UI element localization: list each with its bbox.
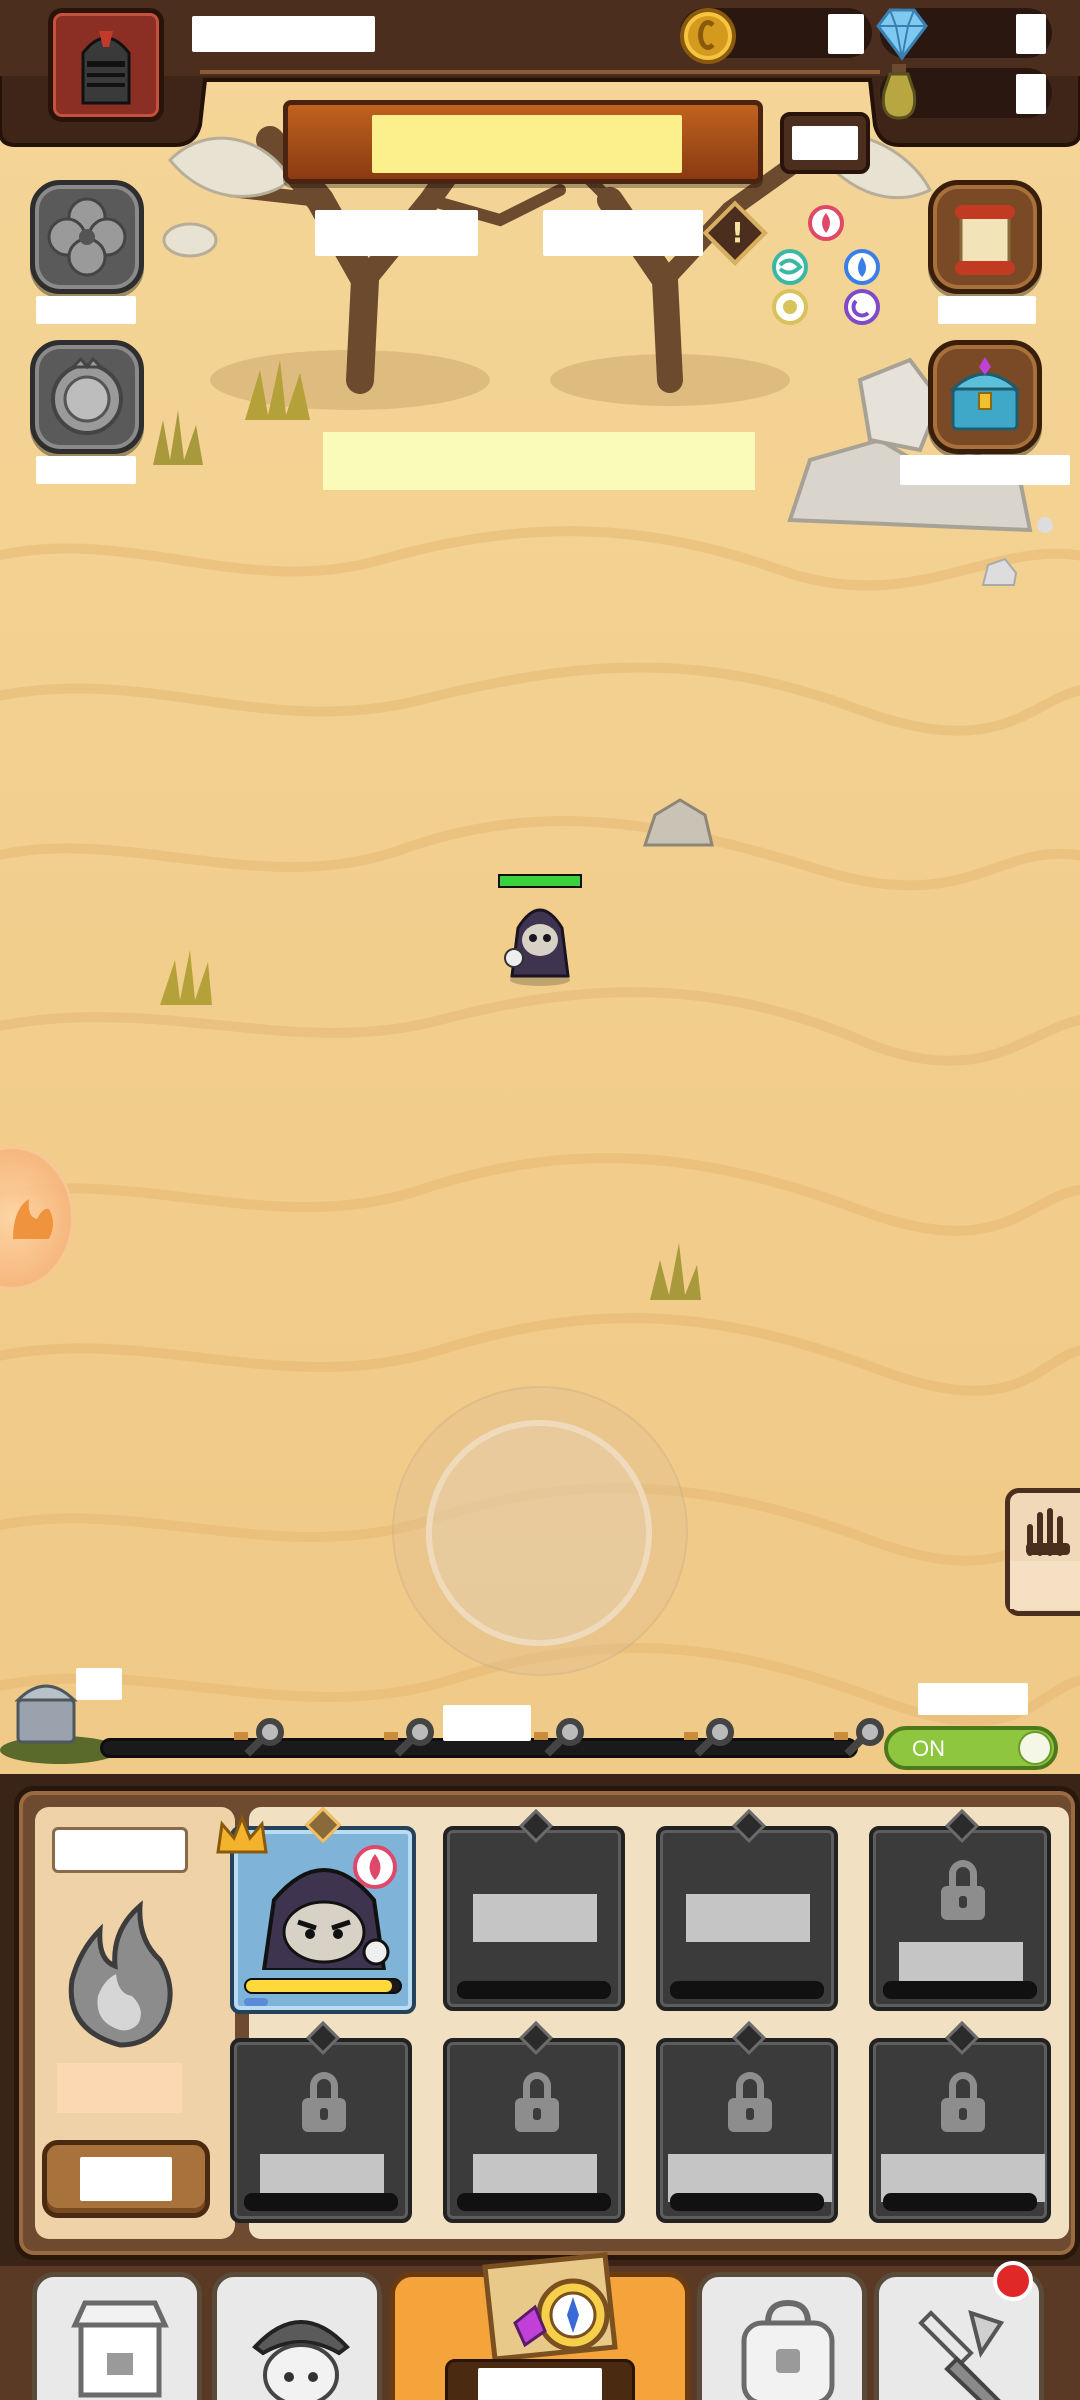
flame-icon bbox=[13, 1199, 53, 1239]
hero-slot-5[interactable] bbox=[230, 2021, 412, 2223]
game-screen: ! ON bbox=[0, 0, 1080, 2400]
grass-tuft bbox=[650, 1243, 701, 1300]
hero-slot-6[interactable] bbox=[443, 2021, 625, 2223]
key-milestone-1 bbox=[234, 1718, 286, 1766]
guild-emblem-button[interactable] bbox=[30, 340, 144, 454]
lock-icon bbox=[515, 2072, 559, 2132]
hand-icon bbox=[1026, 1508, 1070, 1556]
notification-badge bbox=[993, 2261, 1033, 2301]
grass-tuft bbox=[245, 360, 310, 420]
auto-label bbox=[918, 1683, 1028, 1715]
stage-info-button[interactable] bbox=[780, 112, 870, 174]
player-name bbox=[192, 16, 375, 52]
nav-inventory-button[interactable] bbox=[697, 2272, 867, 2400]
element-upgrade-button[interactable] bbox=[42, 2140, 210, 2218]
auto-toggle-label: ON bbox=[912, 1736, 945, 1761]
grass-tuft bbox=[153, 410, 203, 465]
stage-progress-bar bbox=[100, 1738, 858, 1758]
key-milestone-3 bbox=[534, 1718, 586, 1766]
knight-helmet-icon bbox=[81, 31, 131, 105]
crown-icon bbox=[216, 1813, 268, 1854]
fire-element-badge-icon bbox=[353, 1845, 397, 1889]
player-hero-wizard[interactable] bbox=[490, 888, 590, 988]
key-milestone-2 bbox=[384, 1718, 436, 1766]
zone-label-right bbox=[543, 210, 703, 256]
element-icons-cluster[interactable] bbox=[768, 205, 888, 330]
lock-icon bbox=[941, 2072, 985, 2132]
hero-slot-4[interactable] bbox=[869, 1809, 1051, 2011]
gem-icon bbox=[876, 8, 928, 61]
zone-label-left bbox=[315, 210, 478, 256]
reward-chest-count bbox=[76, 1668, 122, 1700]
potion-icon bbox=[881, 64, 917, 120]
gold-amount bbox=[828, 14, 864, 54]
hero-slot-7[interactable] bbox=[656, 2021, 838, 2223]
potion-amount bbox=[1016, 74, 1046, 114]
emblem-icon bbox=[51, 356, 123, 435]
progress-marker-label bbox=[443, 1705, 531, 1741]
auto-toggle[interactable]: ON bbox=[884, 1726, 1058, 1770]
rock bbox=[642, 798, 714, 847]
adventure-label bbox=[478, 2368, 602, 2400]
wave-status-banner bbox=[323, 432, 755, 490]
hammer-icon bbox=[918, 2309, 1005, 2400]
gem-amount bbox=[1016, 14, 1046, 54]
nav-adventure-button[interactable] bbox=[390, 2252, 690, 2400]
clover-event-label bbox=[36, 296, 136, 324]
stage-title bbox=[372, 115, 682, 173]
hero-hp-bar bbox=[498, 874, 582, 888]
virtual-joystick-base[interactable] bbox=[392, 1386, 688, 1676]
silver-flame-icon bbox=[68, 1900, 173, 2048]
ranking-side-tab[interactable] bbox=[1005, 1488, 1080, 1616]
hero-slot-3-label bbox=[686, 1894, 810, 1942]
hero-slot-3[interactable] bbox=[656, 1809, 838, 2011]
key-milestone-4 bbox=[684, 1718, 736, 1766]
profile-avatar-button[interactable] bbox=[48, 8, 164, 122]
stage-info-label bbox=[792, 126, 858, 160]
stage-banner bbox=[283, 100, 763, 184]
hero-slot-2-label bbox=[473, 1894, 597, 1942]
hero-slot-2[interactable] bbox=[443, 1809, 625, 2011]
adventure-label-bg bbox=[445, 2359, 635, 2400]
grass-tuft bbox=[160, 950, 212, 1005]
rock bbox=[981, 557, 1018, 586]
shop-icon bbox=[71, 2300, 169, 2398]
exclamation-icon: ! bbox=[731, 215, 744, 249]
element-upgrade-label bbox=[80, 2157, 172, 2201]
hero-icon bbox=[252, 2320, 350, 2400]
chest-icon bbox=[16, 1698, 76, 1744]
clover-icon bbox=[47, 197, 127, 277]
quest-scroll-button[interactable] bbox=[928, 180, 1042, 294]
nav-shop-button[interactable] bbox=[32, 2272, 202, 2400]
hero-level-bar bbox=[244, 1998, 268, 2006]
treasure-chest-button[interactable] bbox=[928, 340, 1042, 454]
scroll-icon bbox=[955, 205, 1015, 275]
element-panel-title bbox=[52, 1827, 188, 1873]
nav-forge-button[interactable] bbox=[874, 2261, 1044, 2400]
nav-hero-button[interactable] bbox=[212, 2272, 382, 2400]
virtual-joystick-knob[interactable] bbox=[426, 1420, 652, 1646]
treasure-chest-icon bbox=[949, 357, 1021, 431]
lock-icon bbox=[941, 1860, 985, 1920]
element-level-label bbox=[57, 2063, 182, 2113]
treasure-chest-label bbox=[900, 455, 1070, 485]
map-compass-icon bbox=[482, 2252, 618, 2362]
hero-exp-bar bbox=[244, 1978, 402, 1994]
backpack-icon bbox=[741, 2299, 835, 2400]
lock-icon bbox=[302, 2072, 346, 2132]
hero-slot-8[interactable] bbox=[869, 2021, 1051, 2223]
lock-icon bbox=[728, 2072, 772, 2132]
quest-label bbox=[938, 296, 1036, 324]
toggle-knob bbox=[1018, 1731, 1052, 1765]
dark-element-icon bbox=[844, 289, 880, 325]
key-milestone-5 bbox=[834, 1718, 886, 1766]
guild-emblem-label bbox=[36, 456, 136, 484]
gold-coin-icon bbox=[680, 8, 736, 64]
clover-event-button[interactable] bbox=[30, 180, 144, 294]
